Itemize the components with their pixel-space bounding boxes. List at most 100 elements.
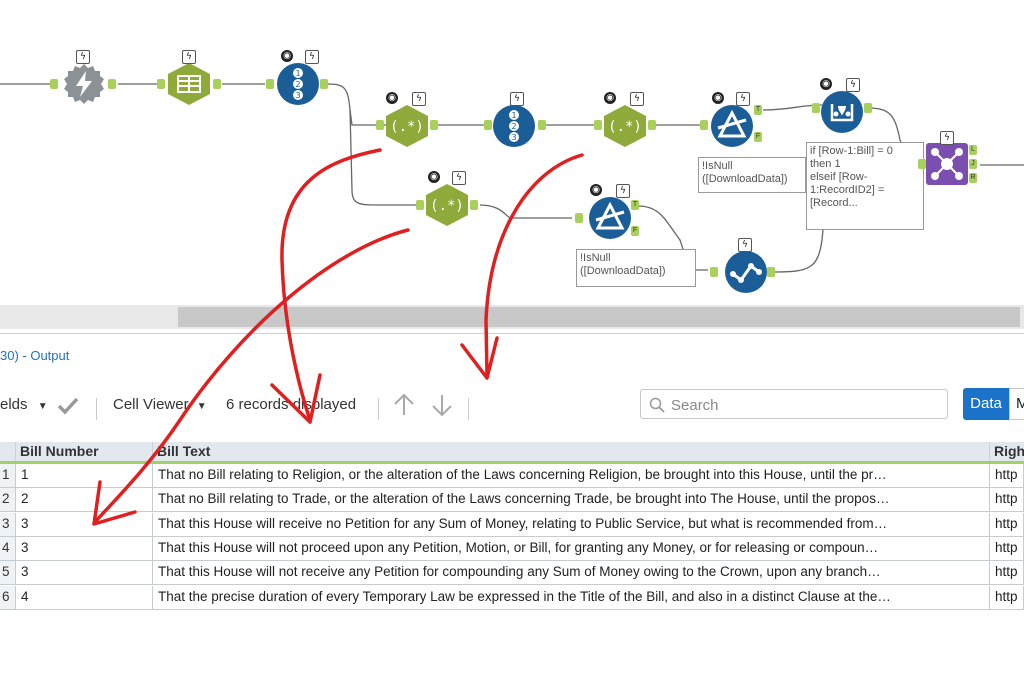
arrow-up-icon[interactable] xyxy=(392,392,416,422)
output-anchor[interactable] xyxy=(470,200,478,210)
canvas-horizontal-scrollbar[interactable] xyxy=(0,305,1024,329)
false-anchor[interactable]: F xyxy=(754,132,762,142)
true-anchor[interactable]: T xyxy=(631,200,639,210)
workflow-canvas[interactable]: ϟ ϟ 1 2 3 ◉ ϟ (.*) ◉ ϟ 1 2 3 ϟ (.*) ◉ ϟ … xyxy=(0,0,1024,330)
regex-tool[interactable]: (.*) xyxy=(424,183,470,232)
bill-text-cell[interactable]: That this House will not proceed upon an… xyxy=(153,536,990,561)
filter-tool[interactable] xyxy=(588,196,632,245)
search-input[interactable] xyxy=(669,394,943,416)
input-anchor[interactable] xyxy=(710,267,718,277)
svg-text:1: 1 xyxy=(511,111,516,120)
apply-checkmark-icon[interactable] xyxy=(56,394,80,420)
join-multiple-tool[interactable] xyxy=(926,143,968,190)
svg-text:(.*): (.*) xyxy=(390,119,424,135)
output-anchor[interactable] xyxy=(864,103,872,113)
record-id-tool[interactable]: 1 2 3 xyxy=(492,104,536,153)
right-column-cell[interactable]: http xyxy=(990,464,1024,488)
arrow-down-icon[interactable] xyxy=(430,392,454,422)
table-icon xyxy=(168,63,210,105)
svg-text:2: 2 xyxy=(511,122,516,131)
bill-number-cell[interactable]: 3 xyxy=(16,512,153,537)
bill-text-cell[interactable]: That this House will not receive any Pet… xyxy=(153,561,990,586)
input-anchor[interactable] xyxy=(50,79,58,89)
filter-annotation: !IsNull ([DownloadData]) xyxy=(576,249,696,287)
right-column-cell[interactable]: http xyxy=(990,512,1024,537)
input-anchor[interactable] xyxy=(812,103,820,113)
column-header-bill-text[interactable]: Bill Text xyxy=(153,442,990,461)
metadata-tab-button[interactable]: M xyxy=(1009,388,1024,420)
row-number-cell[interactable]: 4 xyxy=(0,536,16,561)
download-tool[interactable] xyxy=(62,62,106,111)
row-number-cell[interactable]: 5 xyxy=(0,561,16,586)
input-anchor[interactable] xyxy=(594,120,602,130)
bill-number-cell[interactable]: 2 xyxy=(16,488,153,513)
table-row[interactable]: 3 3 That this House will receive no Petiti… xyxy=(0,512,1024,537)
input-anchor[interactable] xyxy=(157,79,165,89)
cache-bolt-icon: ϟ xyxy=(510,92,524,106)
browse-icon: ◉ xyxy=(428,171,440,183)
right-column-cell[interactable]: http xyxy=(990,585,1024,610)
false-anchor[interactable]: F xyxy=(631,226,639,236)
true-anchor[interactable]: T xyxy=(754,105,762,115)
bill-text-cell[interactable]: That no Bill relating to Religion, or th… xyxy=(153,464,990,488)
output-anchor[interactable] xyxy=(538,120,546,130)
bill-number-cell[interactable]: 1 xyxy=(16,464,153,488)
left-anchor[interactable]: L xyxy=(969,145,977,155)
row-number-cell[interactable]: 1 xyxy=(0,464,16,488)
text-to-columns-tool[interactable] xyxy=(166,62,212,111)
right-column-cell[interactable]: http xyxy=(990,488,1024,513)
search-box[interactable] xyxy=(640,389,948,419)
formula-annotation: if [Row-1:Bill] = 0 then 1 elseif [Row- … xyxy=(806,142,924,230)
table-row[interactable]: 1 1 That no Bill relating to Religion, or … xyxy=(0,464,1024,488)
bill-text-cell[interactable]: That the precise duration of every Tempo… xyxy=(153,585,990,610)
input-anchor[interactable] xyxy=(416,200,424,210)
cache-bolt-icon: ϟ xyxy=(305,50,319,64)
output-anchor[interactable] xyxy=(648,120,656,130)
toolbar-divider xyxy=(468,398,469,420)
output-anchor[interactable] xyxy=(430,120,438,130)
input-anchor[interactable] xyxy=(266,79,274,89)
bill-text-cell[interactable]: That no Bill relating to Trade, or the a… xyxy=(153,488,990,513)
scrollbar-thumb[interactable] xyxy=(178,307,1020,327)
cell-viewer-dropdown[interactable]: Cell Viewer ▼ xyxy=(113,396,207,413)
row-number-cell[interactable]: 6 xyxy=(0,585,16,610)
right-anchor[interactable]: R xyxy=(969,173,977,183)
bill-number-cell[interactable]: 4 xyxy=(16,585,153,610)
union-tool[interactable] xyxy=(724,250,768,299)
bill-number-cell[interactable]: 3 xyxy=(16,561,153,586)
column-header-right[interactable]: Righ xyxy=(990,442,1024,461)
row-number-cell[interactable]: 2 xyxy=(0,488,16,513)
right-column-cell[interactable]: http xyxy=(990,561,1024,586)
row-number-cell[interactable]: 3 xyxy=(0,512,16,537)
output-anchor[interactable] xyxy=(213,79,221,89)
right-column-cell[interactable]: http xyxy=(990,536,1024,561)
regex-icon: (.*) xyxy=(426,184,468,226)
input-anchor[interactable] xyxy=(484,120,492,130)
record-id-tool[interactable]: 1 2 3 xyxy=(276,62,320,111)
table-row[interactable]: 2 2 That no Bill relating to Trade, or the… xyxy=(0,488,1024,513)
bill-text-cell[interactable]: That this House will receive no Petition… xyxy=(153,512,990,537)
input-anchor[interactable] xyxy=(376,120,384,130)
output-anchor[interactable] xyxy=(320,79,328,89)
column-header-bill-number[interactable]: Bill Number xyxy=(16,442,153,461)
table-row[interactable]: 5 3 That this House will not receive any P… xyxy=(0,561,1024,586)
input-anchor[interactable] xyxy=(575,213,583,223)
cache-bolt-icon: ϟ xyxy=(630,92,644,106)
output-anchor[interactable] xyxy=(108,79,116,89)
regex-tool[interactable]: (.*) xyxy=(602,104,648,153)
data-tab-button[interactable]: Data xyxy=(963,388,1009,420)
row-number-header xyxy=(0,442,16,461)
table-row[interactable]: 6 4 That the precise duration of every Tem… xyxy=(0,585,1024,610)
browse-icon: ◉ xyxy=(604,92,616,104)
join-anchor[interactable]: J xyxy=(969,159,977,169)
bill-number-cell[interactable]: 3 xyxy=(16,536,153,561)
table-row[interactable]: 4 3 That this House will not proceed upon … xyxy=(0,536,1024,561)
filter-tool[interactable] xyxy=(710,104,754,153)
record-id-icon: 1 2 3 xyxy=(277,63,319,105)
input-anchor[interactable] xyxy=(918,159,926,169)
fields-dropdown[interactable]: elds ▼ xyxy=(0,396,48,413)
input-anchor[interactable] xyxy=(700,120,708,130)
regex-tool[interactable]: (.*) xyxy=(384,104,430,153)
multi-row-formula-tool[interactable] xyxy=(820,90,864,139)
output-anchor[interactable] xyxy=(767,267,775,277)
